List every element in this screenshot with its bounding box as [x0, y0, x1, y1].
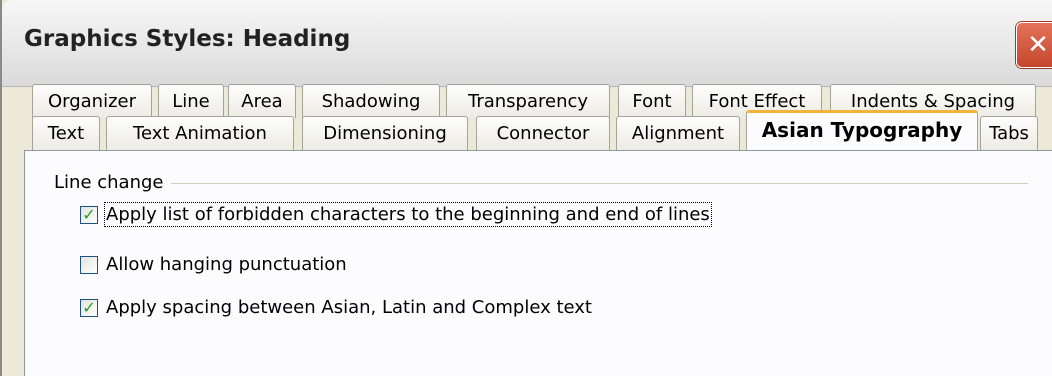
tab-label: Tabs [989, 123, 1029, 144]
dialog-window: Graphics Styles: Heading ✕ Organizer Lin… [0, 0, 1052, 376]
tab-label: Connector [496, 123, 590, 144]
tab-label: Font Effect [708, 91, 806, 112]
tab-label: Text Animation [133, 123, 267, 144]
asian-latin-spacing-label: Apply spacing between Asian, Latin and C… [106, 297, 592, 318]
tab-label: Alignment [631, 123, 725, 144]
checkmark-icon: ✓ [82, 204, 96, 224]
tab-font[interactable]: Font [618, 84, 686, 118]
tab-transparency[interactable]: Transparency [446, 84, 610, 118]
forbidden-characters-option[interactable]: ✓ Apply list of forbidden characters to … [80, 202, 712, 227]
hanging-punctuation-label: Allow hanging punctuation [106, 254, 347, 275]
tab-label: Area [241, 91, 283, 112]
tab-line[interactable]: Line [158, 84, 224, 118]
dialog-title: Graphics Styles: Heading [24, 26, 351, 52]
tab-label: Dimensioning [323, 123, 447, 144]
tab-asian-typography[interactable]: Asian Typography [746, 110, 978, 150]
asian-latin-spacing-checkbox[interactable]: ✓ [80, 297, 98, 317]
hanging-punctuation-option[interactable]: Allow hanging punctuation [80, 254, 347, 275]
forbidden-characters-label: Apply list of forbidden characters to th… [104, 202, 712, 227]
checkmark-icon: ✓ [82, 297, 96, 317]
tab-label: Text [47, 123, 85, 144]
tab-text-animation[interactable]: Text Animation [106, 116, 294, 150]
tab-label: Organizer [47, 91, 137, 112]
tab-tabs[interactable]: Tabs [980, 116, 1038, 150]
close-button[interactable]: ✕ [1016, 22, 1052, 68]
tab-connector[interactable]: Connector [476, 116, 610, 150]
tab-alignment[interactable]: Alignment [616, 116, 740, 150]
tab-organizer[interactable]: Organizer [32, 84, 152, 118]
title-bar[interactable]: Graphics Styles: Heading ✕ [2, 0, 1052, 87]
line-change-group-label: Line change [54, 172, 172, 193]
close-icon: ✕ [1027, 30, 1049, 60]
tab-dimensioning[interactable]: Dimensioning [302, 116, 468, 150]
tab-area[interactable]: Area [228, 84, 296, 118]
forbidden-characters-checkbox[interactable]: ✓ [80, 204, 98, 224]
tab-label: Transparency [467, 91, 589, 112]
tab-label: Indents & Spacing [850, 91, 1016, 112]
tab-label: Asian Typography [761, 118, 963, 142]
hanging-punctuation-checkbox[interactable] [80, 255, 98, 274]
tab-label: Shadowing [321, 91, 421, 112]
group-divider [54, 183, 1028, 184]
tab-label: Line [172, 91, 210, 112]
tab-shadowing[interactable]: Shadowing [302, 84, 440, 118]
asian-latin-spacing-option[interactable]: ✓ Apply spacing between Asian, Latin and… [80, 297, 592, 318]
tab-text[interactable]: Text [32, 116, 100, 150]
tab-label: Font [632, 91, 672, 112]
